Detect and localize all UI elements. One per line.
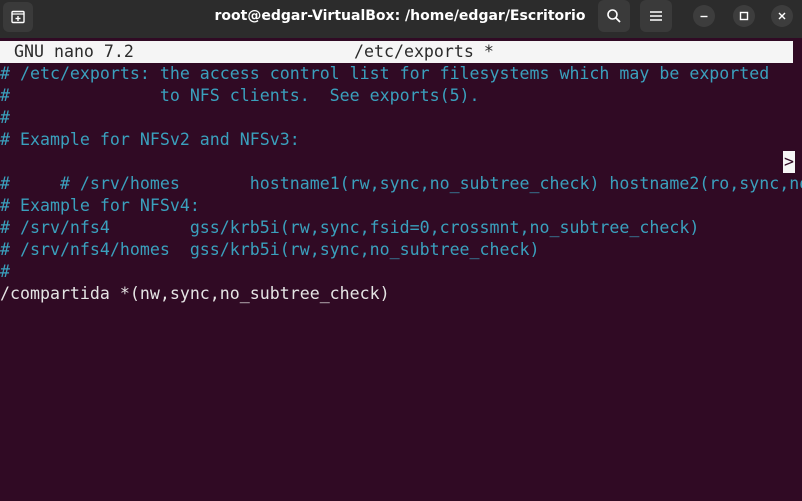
maximize-button[interactable] xyxy=(733,5,755,27)
window-title: root@edgar-VirtualBox: /home/edgar/Escri… xyxy=(214,8,586,24)
editor-line[interactable]: # xyxy=(0,173,10,195)
minimize-button[interactable] xyxy=(693,5,715,27)
nano-version: GNU nano 7.2 xyxy=(14,42,134,61)
maximize-icon xyxy=(739,11,749,21)
editor-line[interactable]: # /srv/nfs4 gss/krb5i(rw,sync,fsid=0,cro… xyxy=(0,217,699,239)
new-tab-button[interactable] xyxy=(3,2,33,32)
editor-line[interactable]: # /etc/exports: the access control list … xyxy=(0,63,769,85)
editor-line-text: # /srv/homes hostname1(rw,sync,no_subtre… xyxy=(59,174,802,193)
editor-line[interactable]: # to NFS clients. See exports(5). xyxy=(0,85,480,107)
nano-header-bar: GNU nano 7.2 /etc/exports * xyxy=(0,41,793,63)
close-button[interactable] xyxy=(771,5,793,27)
line-truncation-marker: > xyxy=(783,151,795,173)
search-icon xyxy=(607,9,621,23)
search-button[interactable] xyxy=(598,0,630,32)
editor-line[interactable]: # Example for NFSv4: xyxy=(0,195,200,217)
editor-line[interactable]: # xyxy=(0,107,10,129)
terminal-window: root@edgar-VirtualBox: /home/edgar/Escri… xyxy=(0,0,802,501)
hamburger-menu-icon xyxy=(650,11,662,21)
close-icon xyxy=(778,12,786,20)
title-bar: root@edgar-VirtualBox: /home/edgar/Escri… xyxy=(0,0,802,38)
new-tab-icon xyxy=(11,10,25,24)
menu-button[interactable] xyxy=(640,0,672,32)
nano-filename: /etc/exports * xyxy=(354,42,494,61)
minimize-icon xyxy=(700,15,708,18)
editor-line-truncated[interactable]: # /srv/homes hostname1(rw,sync,no_subtre… xyxy=(0,151,802,193)
editor-line[interactable]: # Example for NFSv2 and NFSv3: xyxy=(0,129,300,151)
editor-line[interactable]: # xyxy=(0,261,10,283)
editor-line[interactable]: # /srv/nfs4/homes gss/krb5i(rw,sync,no_s… xyxy=(0,239,539,261)
editor-line-export-entry[interactable]: /compartida *(nw,sync,no_subtree_check) xyxy=(0,283,390,305)
